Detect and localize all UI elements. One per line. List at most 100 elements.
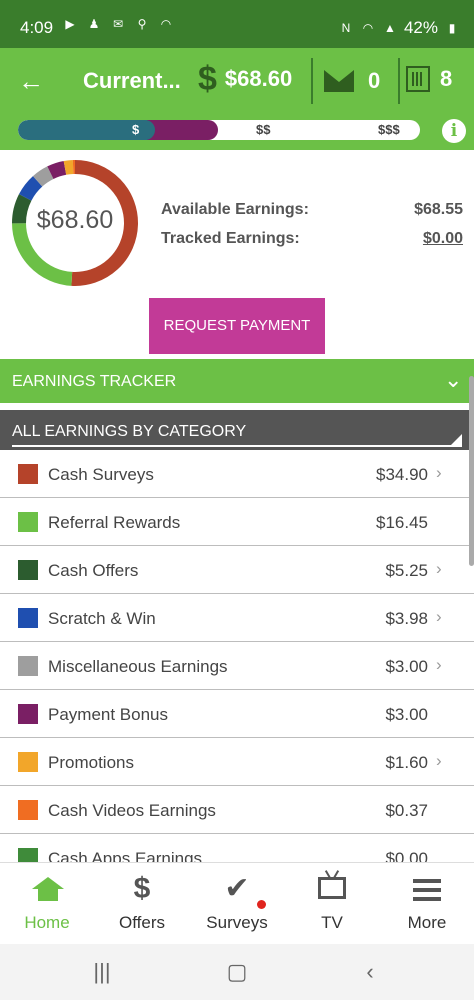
chevron-right-icon[interactable]: › — [436, 655, 442, 675]
header-balance[interactable]: $ $68.60 — [198, 62, 292, 96]
category-color-swatch — [18, 752, 38, 772]
category-row[interactable]: Cash Offers $5.25 › — [0, 546, 474, 594]
category-filter-dropdown[interactable]: ALL EARNINGS BY CATEGORY — [0, 410, 474, 450]
nav-surveys-label: Surveys — [206, 913, 268, 932]
chevron-right-icon[interactable]: › — [436, 463, 442, 483]
category-value: $0.37 — [385, 801, 428, 820]
category-row[interactable]: Scratch & Win $3.98 › — [0, 594, 474, 642]
donut-slice-promotions — [63, 160, 74, 175]
dropdown-corner-icon — [450, 434, 462, 446]
category-label: Referral Rewards — [48, 513, 181, 532]
category-row[interactable]: Cash Surveys $34.90 › — [0, 450, 474, 498]
category-label: Miscellaneous Earnings — [48, 657, 228, 676]
category-label: Scratch & Win — [48, 609, 156, 628]
back-arrow-icon[interactable]: ← — [18, 68, 48, 94]
menu-icon — [413, 879, 441, 901]
category-value: $3.00 — [385, 657, 428, 676]
nav-offers-label: Offers — [119, 913, 165, 932]
donut-slice-scratch-win — [18, 176, 43, 201]
page-title: Current... — [83, 68, 181, 93]
available-earnings-value: $68.55 — [414, 201, 463, 218]
nav-tv-label: TV — [321, 913, 343, 932]
category-label: Payment Bonus — [48, 705, 169, 724]
notification-dot — [257, 900, 266, 909]
category-row[interactable]: Cash Videos Earnings $0.37 — [0, 786, 474, 834]
nav-home-label: Home — [24, 913, 70, 932]
category-value: $3.98 — [385, 609, 428, 628]
nav-more[interactable]: More — [380, 863, 474, 945]
battery-percent: 42% — [403, 18, 438, 37]
chevron-right-icon[interactable]: › — [436, 751, 442, 771]
header-divider — [398, 58, 400, 104]
donut-slice-miscellaneous-earnings — [32, 166, 54, 187]
battery-icon: ▮ — [448, 21, 456, 35]
cell-signal-icon: ▲ — [384, 21, 396, 35]
status-notification-icons: ▶ ♟ ✉ ⚲ ◠ — [62, 17, 174, 31]
donut-center-amount: $68.60 — [36, 206, 114, 234]
category-row[interactable]: Referral Rewards $16.45 — [0, 498, 474, 546]
category-row[interactable]: Promotions $1.60 › — [0, 738, 474, 786]
nfc-icon: N — [341, 21, 351, 35]
category-color-swatch — [18, 704, 38, 724]
youtube-icon: ▶ — [65, 17, 75, 31]
dollar-icon: $ — [133, 872, 151, 905]
scan-button[interactable]: 8 — [406, 66, 452, 92]
category-color-swatch — [18, 560, 38, 580]
messages-button[interactable]: 0 — [324, 68, 380, 94]
category-filter-label: ALL EARNINGS BY CATEGORY — [12, 423, 247, 440]
request-payment-button[interactable]: REQUEST PAYMENT — [149, 298, 325, 354]
header-divider — [311, 58, 313, 104]
info-icon[interactable]: i — [442, 119, 466, 143]
category-color-swatch — [18, 608, 38, 628]
mail-icon: ✉ — [112, 17, 124, 31]
recent-apps-icon[interactable]: ||| — [82, 958, 122, 986]
mic-icon: ⚲ — [137, 17, 147, 31]
check-icon: ✔ — [224, 872, 250, 905]
category-color-swatch — [18, 656, 38, 676]
category-value: $3.00 — [385, 705, 428, 724]
wifi-icon: ◠ — [160, 17, 172, 31]
progress-fill — [18, 120, 147, 140]
earnings-tracker-bar[interactable]: EARNINGS TRACKER ⌄ — [0, 359, 474, 403]
category-row[interactable]: Miscellaneous Earnings $3.00 › — [0, 642, 474, 690]
category-label: Cash Videos Earnings — [48, 801, 216, 820]
tracked-earnings-value[interactable]: $0.00 — [423, 230, 463, 248]
category-value: $16.45 — [376, 513, 428, 532]
chevron-down-icon[interactable]: ⌄ — [444, 367, 462, 393]
back-icon[interactable]: ‹ — [350, 958, 390, 986]
barcode-scan-icon — [406, 66, 430, 92]
status-bar: 4:09 ▶ ♟ ✉ ⚲ ◠ N ◠ ▲ 42% ▮ — [0, 0, 474, 48]
home-button-icon[interactable]: ▢ — [217, 958, 257, 986]
system-navigation-bar: ||| ▢ ‹ — [0, 944, 474, 1000]
category-color-swatch — [18, 464, 38, 484]
nav-tv[interactable]: TV — [285, 863, 379, 945]
status-system-icons: N ◠ ▲ 42% ▮ — [338, 18, 460, 38]
nav-offers[interactable]: $ Offers — [95, 863, 189, 945]
category-row[interactable]: Payment Bonus $3.00 — [0, 690, 474, 738]
category-color-swatch — [18, 512, 38, 532]
tv-icon — [318, 877, 346, 899]
category-label: Cash Offers — [48, 561, 139, 580]
donut-slice-payment-bonus — [47, 161, 67, 180]
dollar-icon: $ — [198, 60, 217, 98]
nav-home[interactable]: Home — [0, 863, 94, 945]
category-color-swatch — [18, 800, 38, 820]
dropdown-underline — [12, 445, 462, 447]
tier-label-high: $$$ — [378, 122, 400, 137]
scan-count: 8 — [440, 66, 453, 91]
envelope-icon — [324, 70, 354, 92]
category-value: $1.60 — [385, 753, 428, 772]
category-value: $34.90 — [376, 465, 428, 484]
nav-surveys[interactable]: ✔ Surveys — [190, 863, 284, 945]
earnings-donut-chart: $68.60 — [10, 158, 140, 288]
scrollbar[interactable] — [469, 376, 474, 566]
tier-label-mid: $$ — [256, 122, 271, 137]
category-label: Promotions — [48, 753, 134, 772]
app-icon: ♟ — [88, 17, 100, 31]
balance-amount: $68.60 — [224, 66, 293, 91]
chevron-right-icon[interactable]: › — [436, 559, 442, 579]
home-icon — [32, 877, 64, 901]
chevron-right-icon[interactable]: › — [436, 607, 442, 627]
earnings-tracker-label: EARNINGS TRACKER — [12, 373, 177, 390]
tier-label-low: $ — [132, 122, 140, 137]
